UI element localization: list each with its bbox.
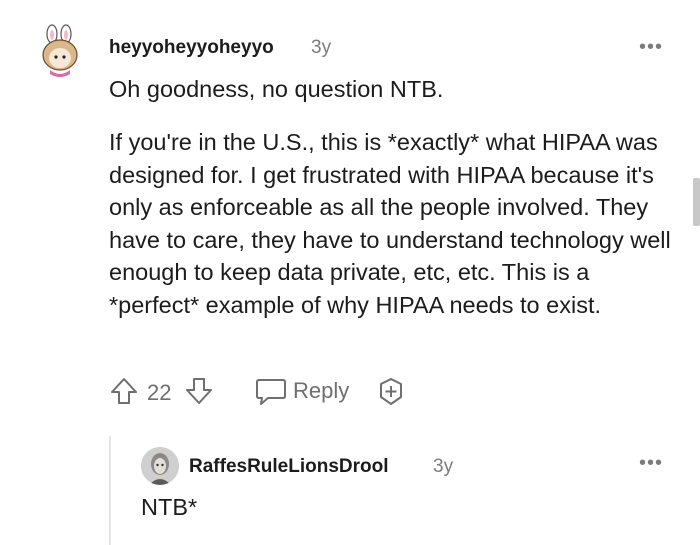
reply-avatar[interactable]	[141, 447, 179, 485]
thread-line[interactable]	[109, 436, 111, 545]
scrollbar-thumb[interactable]	[693, 178, 700, 226]
reply-more-button[interactable]: •••	[639, 452, 663, 475]
user-avatar-icon	[141, 447, 179, 485]
add-award-button[interactable]	[375, 376, 407, 413]
bunny-avatar-icon	[42, 24, 78, 77]
downvote-button[interactable]	[184, 376, 214, 411]
comment-username[interactable]: heyyoheyyoheyyo	[109, 37, 274, 59]
reply-button[interactable]: Reply	[254, 376, 349, 406]
arrow-down-icon	[186, 378, 212, 404]
comment-thread: { "comment": { "avatar_icon": "bunny-ava…	[0, 0, 700, 545]
comment-paragraph-2: If you're in the U.S., this is *exactly*…	[109, 129, 671, 318]
reply-username[interactable]: RaffesRuleLionsDrool	[189, 456, 389, 478]
speech-bubble-icon	[256, 379, 286, 405]
comment-age: 3y	[311, 37, 332, 58]
upvote-button[interactable]	[109, 376, 139, 411]
comment-more-button[interactable]: •••	[639, 36, 663, 59]
comment-avatar[interactable]	[38, 24, 82, 78]
add-award-icon	[380, 378, 402, 405]
reply-body: NTB*	[141, 494, 198, 520]
reply-age: 3y	[433, 456, 454, 477]
reply-label: Reply	[293, 378, 350, 403]
arrow-up-icon	[111, 378, 137, 404]
comment-paragraph-1: Oh goodness, no question NTB.	[109, 76, 444, 102]
vote-count: 22	[147, 380, 172, 405]
